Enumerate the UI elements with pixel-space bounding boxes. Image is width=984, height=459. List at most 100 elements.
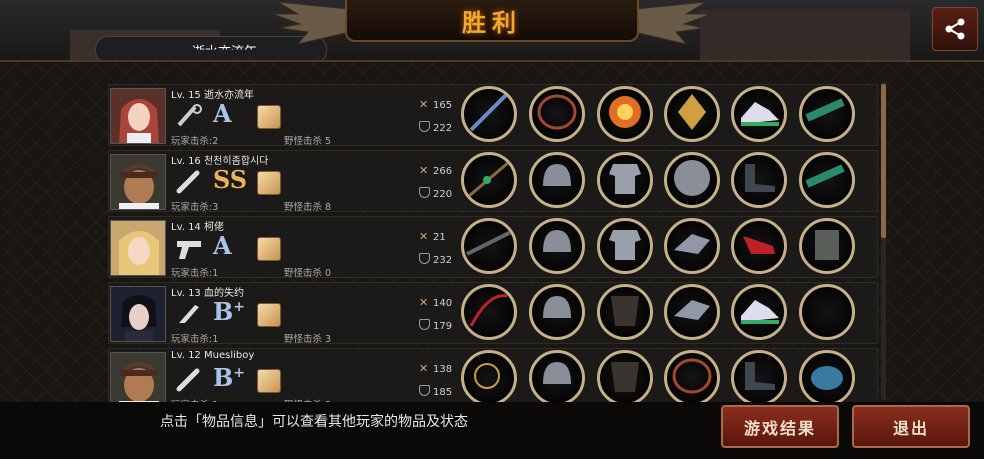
equipment-slot[interactable] <box>529 284 585 340</box>
equipment-slot[interactable] <box>731 86 787 142</box>
armor-icon <box>601 155 649 205</box>
spike-icon <box>668 221 716 271</box>
equipment-slot[interactable] <box>664 218 720 274</box>
equipment-slot[interactable] <box>461 218 517 274</box>
share-button[interactable] <box>932 7 978 51</box>
treasure-chest-icon[interactable] <box>257 237 281 261</box>
equipment-slot[interactable] <box>597 284 653 340</box>
attack-value: 138 <box>433 364 453 375</box>
bat-icon <box>175 169 203 195</box>
equipment-slot[interactable] <box>799 86 855 142</box>
attack-value: 140 <box>433 298 453 309</box>
player-kills: 玩家击杀:3 <box>171 199 218 213</box>
player-results-list[interactable]: Lv. 15 逝水亦流年 A 玩家击杀:2 野怪击杀 5 ✕ 165 222 Lv. 16 천… <box>108 84 878 402</box>
crossed-swords-icon: ✕ <box>419 164 429 177</box>
knuckles-icon <box>175 103 203 129</box>
player-kills-value: 3 <box>212 202 219 213</box>
sword-icon <box>465 89 513 139</box>
scrollbar[interactable] <box>881 82 886 400</box>
player-level: Lv. 12 <box>171 350 201 361</box>
top-player-name: 逝水亦流年 <box>192 45 258 60</box>
scrollbar-thumb[interactable] <box>881 84 886 238</box>
player-row[interactable]: Lv. 16 천천히좀합시다 SS 玩家击杀:3 野怪击杀 8 ✕ 266 220 <box>108 150 878 213</box>
equipment-slot[interactable] <box>461 350 517 402</box>
boots-icon <box>735 155 783 205</box>
player-grade: B+ <box>213 297 245 326</box>
player-grade: SS <box>213 165 247 194</box>
player-avatar[interactable] <box>110 154 166 210</box>
equipment-slot[interactable] <box>597 218 653 274</box>
equipment-slot[interactable] <box>664 350 720 402</box>
equipment-slot[interactable] <box>461 86 517 142</box>
equipment-slot[interactable] <box>461 152 517 208</box>
exit-button[interactable]: 退出 <box>852 405 970 448</box>
defense-value: 232 <box>433 255 453 266</box>
monster-kills-value: 5 <box>325 136 332 147</box>
player-avatar[interactable] <box>110 220 166 276</box>
monster-kills: 野怪击杀 3 <box>284 331 331 345</box>
equipment-slot[interactable] <box>731 152 787 208</box>
sneaker-icon <box>735 287 783 337</box>
player-level: Lv. 16 <box>171 156 201 167</box>
player-grade-plus: + <box>233 365 246 381</box>
building-silhouette <box>700 10 910 62</box>
equipment-slot[interactable] <box>799 218 855 274</box>
orb-icon <box>803 353 851 402</box>
equipment-slot[interactable] <box>529 152 585 208</box>
equipment-slot[interactable] <box>597 350 653 402</box>
crossed-swords-icon: ✕ <box>419 296 429 309</box>
crossed-swords-icon: ✕ <box>419 230 429 243</box>
game-results-button[interactable]: 游戏结果 <box>721 405 839 448</box>
defense-stat: 185 <box>419 385 452 398</box>
equipment-slot[interactable] <box>799 152 855 208</box>
attack-value: 165 <box>433 100 453 111</box>
monster-kills-value: 3 <box>325 334 332 345</box>
share-icon <box>945 18 965 40</box>
player-row[interactable]: Lv. 15 逝水亦流年 A 玩家击杀:2 野怪击杀 5 ✕ 165 222 <box>108 84 878 147</box>
equipment-slot[interactable] <box>529 218 585 274</box>
equipment-slot[interactable] <box>731 218 787 274</box>
defense-value: 179 <box>433 321 453 332</box>
attack-stat: ✕ 266 <box>419 165 452 177</box>
player-row[interactable]: Lv. 12 MuesliboyB+玩家击杀:1野怪击杀 3✕138185 <box>108 348 878 402</box>
page-title: 胜利 <box>462 8 522 37</box>
player-kills-value: 2 <box>212 136 219 147</box>
player-kills-value: 1 <box>212 268 219 279</box>
treasure-chest-icon[interactable] <box>257 171 281 195</box>
player-avatar[interactable] <box>110 286 166 342</box>
player-level: Lv. 13 <box>171 288 201 299</box>
treasure-chest-icon[interactable] <box>257 303 281 327</box>
attack-value: 266 <box>433 166 453 177</box>
equipment-slot[interactable] <box>664 284 720 340</box>
player-avatar[interactable] <box>110 352 166 402</box>
equipment-slot[interactable] <box>731 350 787 402</box>
helmet-icon <box>533 155 581 205</box>
equipment-slot[interactable] <box>529 86 585 142</box>
defense-value: 220 <box>433 189 453 200</box>
shield-icon <box>419 319 430 330</box>
equipment-slot[interactable] <box>799 284 855 340</box>
player-row[interactable]: Lv. 13 血的失约 B+ 玩家击杀:1 野怪击杀 3 ✕ 140 179 <box>108 282 878 345</box>
helmet-icon <box>533 221 581 271</box>
boots-icon <box>735 353 783 402</box>
crossed-swords-icon: ✕ <box>419 98 429 111</box>
equipment-slot[interactable] <box>664 152 720 208</box>
player-row[interactable]: Lv. 14 柯佬 A 玩家击杀:1 野怪击杀 0 ✕ 21 232 <box>108 216 878 279</box>
player-kills-label: 玩家击杀: <box>171 202 213 213</box>
equipment-slot[interactable] <box>731 284 787 340</box>
bat-icon <box>175 367 203 393</box>
treasure-chest-icon[interactable] <box>257 369 281 393</box>
equipment-slot[interactable] <box>529 350 585 402</box>
shield-icon <box>419 253 430 264</box>
player-avatar[interactable] <box>110 88 166 144</box>
treasure-chest-icon[interactable] <box>257 105 281 129</box>
equipment-slot[interactable] <box>664 86 720 142</box>
cloak-icon <box>601 353 649 402</box>
shield-icon <box>419 187 430 198</box>
equipment-slot[interactable] <box>799 350 855 402</box>
equipment-slot[interactable] <box>597 152 653 208</box>
sneaker-icon <box>735 89 783 139</box>
equipment-slot[interactable] <box>597 86 653 142</box>
equipment-slot[interactable] <box>461 284 517 340</box>
helmet-icon <box>533 287 581 337</box>
